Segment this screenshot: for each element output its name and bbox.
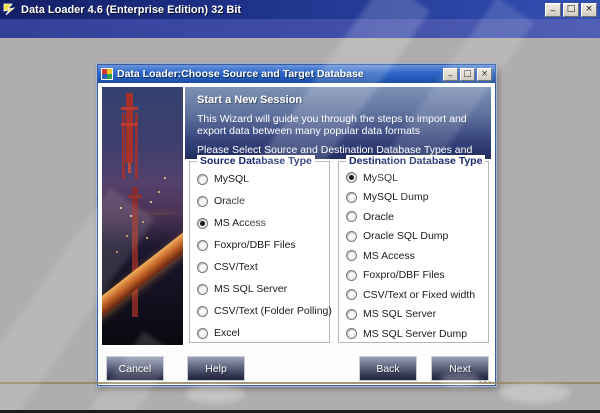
radio-option[interactable]: CSV/Text [190,256,329,278]
dialog-app-icon [101,68,113,80]
dialog-minimize-button[interactable]: _ [443,67,458,81]
radio-option[interactable]: MS SQL Server [190,278,329,300]
back-button[interactable]: Back [359,356,417,381]
wizard-header: Start a New Session This Wizard will gui… [185,87,491,168]
app-lightning-icon [3,3,16,16]
wizard-description: This Wizard will guide you through the s… [197,113,467,137]
radio-button-icon[interactable] [346,211,357,223]
radio-button-icon[interactable] [346,289,357,301]
bridge-tower [121,93,138,163]
city-lights [120,207,122,209]
radio-button-icon[interactable] [346,191,357,203]
main-window: Data Loader 4.6 (Enterprise Edition) 32 … [0,0,600,413]
wizard-button-strip: Cancel Help Back Next [102,349,493,383]
window-title: Data Loader 4.6 (Enterprise Edition) 32 … [21,3,242,16]
scan-artifact-line [0,382,600,384]
radio-button-icon[interactable] [197,305,208,317]
menu-item[interactable] [72,27,94,31]
radio-option[interactable]: Excel [190,322,329,344]
bridge-deck-light-trail [102,204,183,322]
dialog-maximize-button[interactable]: □ [460,67,475,81]
radio-button-icon[interactable] [197,239,208,251]
destination-group-label: Destination Database Type [346,155,486,167]
radio-option[interactable]: Foxpro/DBF Files [339,266,488,286]
close-button[interactable]: × [581,2,597,17]
radio-option[interactable]: MS SQL Server Dump [339,324,488,344]
help-button[interactable]: Help [187,356,245,381]
wizard-dialog: Data Loader:Choose Source and Target Dat… [97,64,496,386]
radio-option[interactable]: Oracle [339,207,488,227]
radio-button-icon[interactable] [346,308,357,320]
radio-button-icon[interactable] [346,269,357,281]
cancel-button[interactable]: Cancel [106,356,164,381]
destination-database-group: Destination Database Type MySQL MySQL Du… [338,155,489,344]
radio-button-icon[interactable] [197,283,208,295]
radio-button-icon[interactable] [197,261,208,273]
radio-button-icon[interactable] [346,230,357,242]
source-database-group: Source Database Type MySQL Oracle MS Acc… [189,155,332,344]
dialog-close-button[interactable]: × [477,67,492,81]
golden-gate-bridge-image [102,87,183,345]
radio-option[interactable]: MySQL Dump [339,188,488,208]
dialog-titlebar[interactable]: Data Loader:Choose Source and Target Dat… [98,65,495,83]
bridge-hills [102,205,183,215]
menu-item[interactable] [28,27,50,31]
menu-item[interactable] [94,27,116,31]
menu-bar [0,19,600,38]
radio-button-icon[interactable] [346,250,357,262]
radio-button-icon[interactable] [197,195,208,207]
radio-option[interactable]: MySQL [190,168,329,190]
radio-button-icon[interactable] [197,173,208,185]
menu-item[interactable] [6,27,28,31]
minimize-button[interactable]: _ [545,2,561,17]
source-radio-list: MySQL Oracle MS Access Foxpro/DBF Files … [190,168,332,344]
next-button[interactable]: Next [431,356,489,381]
main-titlebar: Data Loader 4.6 (Enterprise Edition) 32 … [0,0,600,19]
radio-option[interactable]: MS Access [190,212,329,234]
radio-button-icon[interactable] [197,327,208,339]
radio-button-icon[interactable] [346,328,357,340]
maximize-button[interactable]: □ [563,2,579,17]
radio-option[interactable]: MS SQL Server [339,305,488,325]
radio-button-icon[interactable] [197,217,208,229]
radio-option[interactable]: Oracle [190,190,329,212]
destination-radio-list: MySQL MySQL Dump Oracle Oracle SQL Dump … [339,168,488,344]
radio-option[interactable]: MySQL [339,168,488,188]
radio-option[interactable]: MS Access [339,246,488,266]
wizard-step-title: Start a New Session [197,94,303,106]
radio-button-icon[interactable] [346,172,357,184]
radio-option[interactable]: Oracle SQL Dump [339,227,488,247]
source-group-label: Source Database Type [197,155,315,167]
radio-option[interactable]: CSV/Text (Folder Polling) [190,300,332,322]
dialog-title: Data Loader:Choose Source and Target Dat… [117,68,364,80]
radio-option[interactable]: Foxpro/DBF Files [190,234,329,256]
radio-option[interactable]: CSV/Text or Fixed width [339,285,488,305]
menu-item[interactable] [50,27,72,31]
